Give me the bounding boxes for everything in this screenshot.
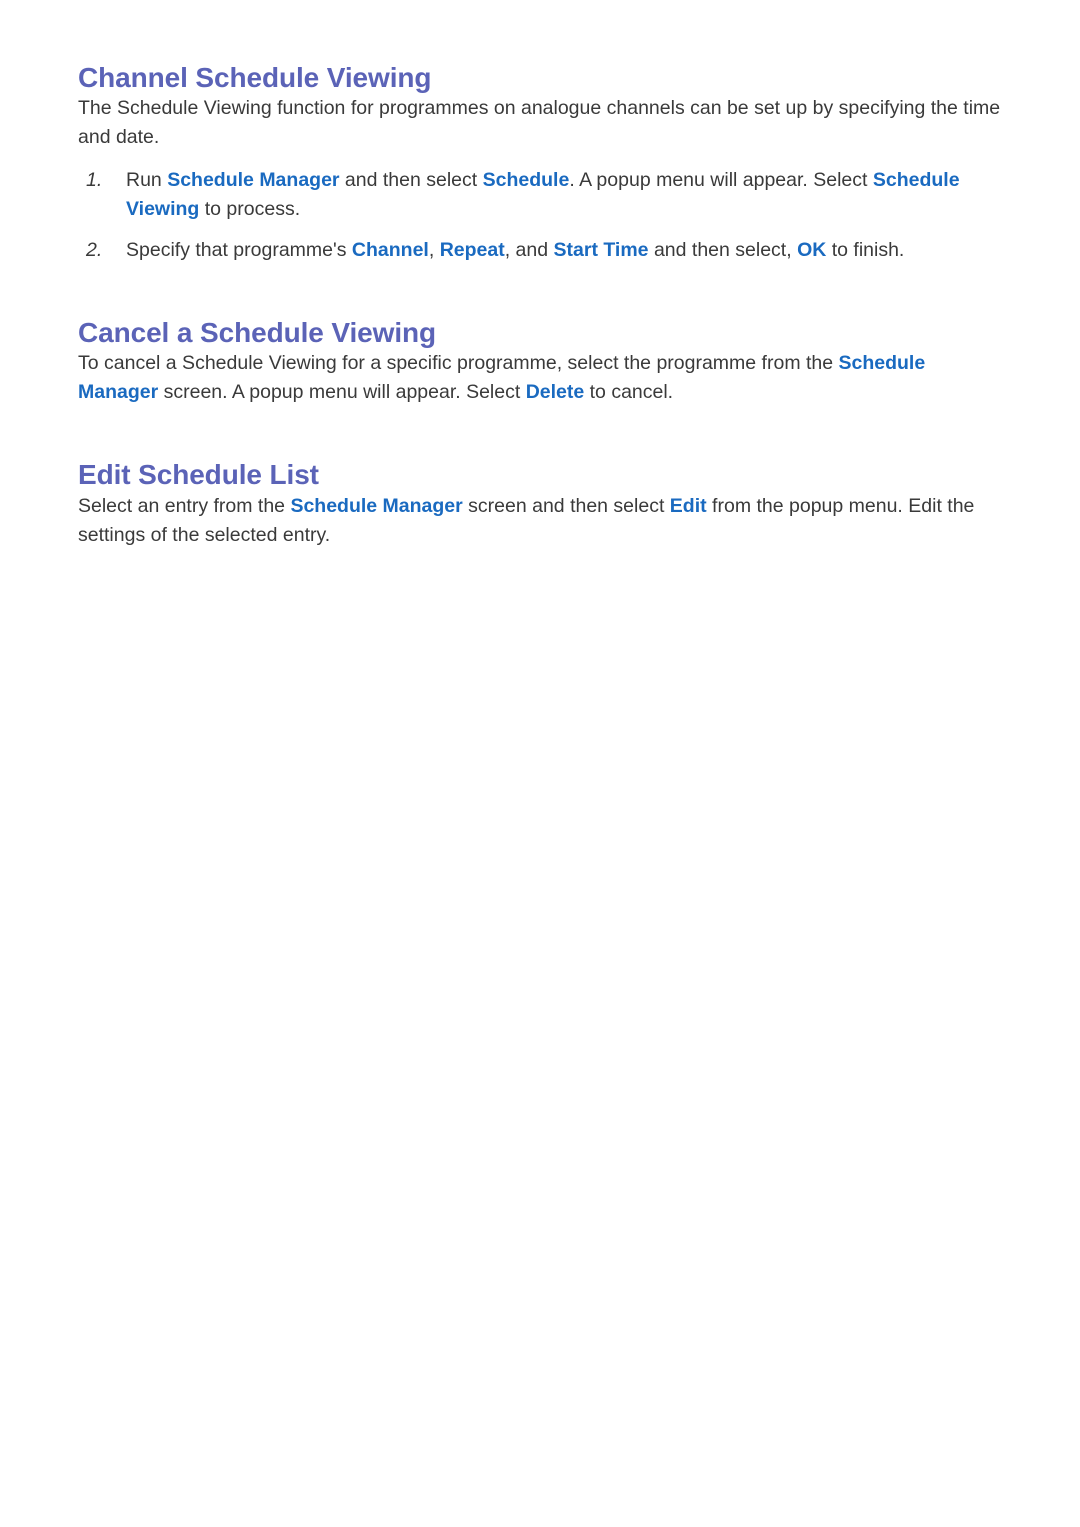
keyword-term: Schedule bbox=[482, 169, 570, 192]
keyword-term: Schedule Manager bbox=[290, 494, 463, 517]
text-run: to cancel. bbox=[584, 381, 674, 404]
keyword-term: Delete bbox=[525, 381, 585, 404]
text-run: Select an entry from the bbox=[78, 494, 291, 517]
keyword-term: Edit bbox=[669, 494, 707, 517]
text-run: screen. A popup menu will appear. Select bbox=[158, 381, 526, 404]
text-run: and then select bbox=[339, 169, 483, 192]
text-run: to process. bbox=[199, 198, 301, 221]
text-run: , and bbox=[504, 239, 554, 262]
section-heading-cancel-a-schedule-viewing: Cancel a Schedule Viewing bbox=[78, 317, 437, 349]
text-run: screen and then select bbox=[462, 494, 670, 517]
step-number: 1. bbox=[86, 169, 103, 192]
text-run: , bbox=[428, 239, 440, 262]
steps-list-channel-schedule-viewing: 1. Run Schedule Manager and then select … bbox=[78, 166, 1010, 265]
text-run: . A popup menu will appear. Select bbox=[569, 169, 873, 192]
keyword-term: Channel bbox=[351, 239, 429, 262]
step-text: Specify that programme's Channel, Repeat… bbox=[126, 236, 1010, 265]
section-heading-edit-schedule-list: Edit Schedule List bbox=[78, 459, 319, 491]
keyword-term: Repeat bbox=[439, 239, 505, 262]
step-number: 2. bbox=[86, 239, 103, 262]
paragraph-edit-schedule-list: Select an entry from the Schedule Manage… bbox=[78, 492, 1010, 550]
keyword-term: Start Time bbox=[553, 239, 649, 262]
intro-paragraph-channel-schedule-viewing: The Schedule Viewing function for progra… bbox=[78, 97, 1001, 149]
document-page: Channel Schedule Viewing The Schedule Vi… bbox=[0, 0, 1080, 1527]
text-run: Specify that programme's bbox=[126, 239, 352, 262]
list-item: 1. Run Schedule Manager and then select … bbox=[78, 166, 1010, 224]
text-run: to finish. bbox=[826, 239, 905, 262]
text-run: Run bbox=[126, 169, 168, 192]
list-item: 2. Specify that programme's Channel, Rep… bbox=[78, 236, 1010, 265]
text-run: To cancel a Schedule Viewing for a speci… bbox=[78, 352, 839, 375]
step-text: Run Schedule Manager and then select Sch… bbox=[126, 166, 1010, 224]
paragraph-cancel-a-schedule-viewing: To cancel a Schedule Viewing for a speci… bbox=[78, 349, 1010, 407]
keyword-term: OK bbox=[797, 239, 827, 262]
page-title-channel-schedule-viewing: Channel Schedule Viewing bbox=[78, 62, 432, 93]
text-run: and then select, bbox=[648, 239, 798, 262]
keyword-term: Schedule Manager bbox=[167, 169, 340, 192]
